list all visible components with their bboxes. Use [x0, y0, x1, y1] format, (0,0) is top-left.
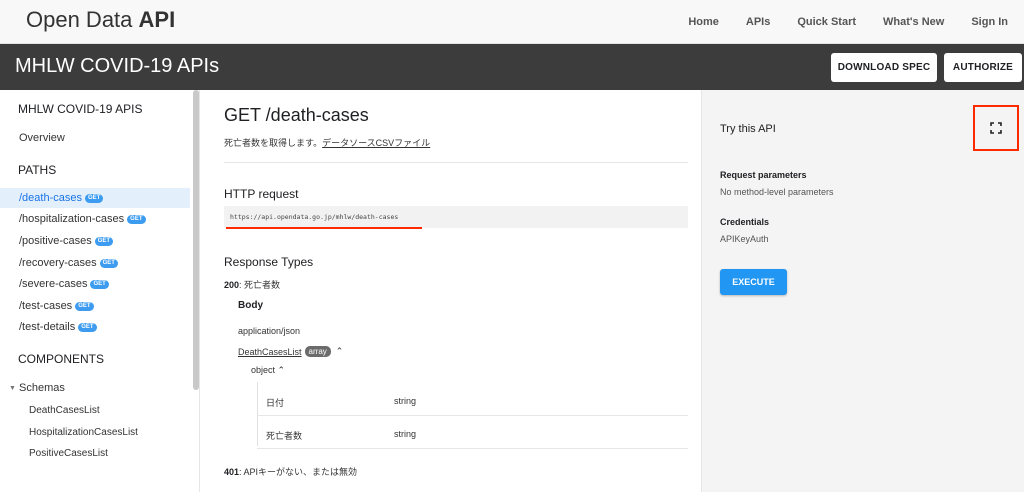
sidebar-api-heading[interactable]: MHLW COVID-19 APIS: [18, 102, 142, 116]
field-type: string: [394, 429, 417, 439]
request-parameters-value: No method-level parameters: [720, 187, 834, 197]
response-description: : 死亡者数: [239, 280, 281, 290]
method-description: 死亡者数を取得します。データソースCSVファイル: [224, 136, 430, 149]
response-200: 200: 死亡者数: [224, 278, 280, 291]
sidebar-item-label: /test-cases: [19, 300, 73, 312]
response-types-heading: Response Types: [224, 255, 314, 269]
credentials-label: Credentials: [720, 217, 770, 227]
sidebar-item-recovery-cases[interactable]: /recovery-cases GET: [0, 253, 190, 273]
get-method-badge: GET: [90, 279, 109, 289]
try-api-panel: Try this API Request parameters No metho…: [701, 90, 1024, 492]
status-code: 200: [224, 280, 240, 290]
try-api-title: Try this API: [720, 123, 776, 135]
body-heading: Body: [238, 300, 263, 311]
sidebar-paths-heading: PATHS: [18, 163, 57, 177]
nav-home[interactable]: Home: [688, 16, 719, 28]
request-url: https://api.opendata.go.jp/mhlw/death-ca…: [230, 213, 399, 221]
sidebar-item-label: /severe-cases: [19, 278, 88, 290]
nav-apis[interactable]: APIs: [746, 16, 770, 28]
get-method-badge: GET: [84, 193, 104, 203]
top-nav-links: Home APIs Quick Start What's New Sign In: [661, 0, 1008, 44]
field-name: 日付: [266, 398, 285, 408]
schema-link[interactable]: DeathCasesList: [238, 347, 302, 357]
description-text: 死亡者数を取得します。: [224, 138, 323, 148]
get-method-badge: GET: [78, 322, 97, 332]
request-parameters-label: Request parameters: [720, 170, 807, 180]
table-row: 日付 string: [257, 384, 688, 416]
fullscreen-button[interactable]: [973, 105, 1019, 151]
sidebar-scrollbar[interactable]: [193, 90, 199, 390]
object-toggle[interactable]: object ⌃: [251, 365, 285, 376]
credentials-value: APIKeyAuth: [720, 234, 769, 244]
sidebar-item-label: /test-details: [19, 321, 76, 333]
sidebar-item-test-cases[interactable]: /test-cases GET: [0, 296, 190, 316]
chevron-up-icon[interactable]: ⌃: [336, 346, 344, 357]
get-method-badge: GET: [127, 214, 146, 224]
main-content: GET /death-cases 死亡者数を取得します。データソースCSVファイ…: [201, 90, 701, 492]
get-method-badge: GET: [94, 236, 114, 246]
sidebar: MHLW COVID-19 APIS Overview PATHS /death…: [0, 90, 200, 492]
nav-quick-start[interactable]: Quick Start: [797, 16, 856, 28]
download-spec-button[interactable]: DOWNLOAD SPEC: [831, 53, 937, 82]
get-method-badge: GET: [75, 301, 94, 311]
sidebar-schema-hospitalization-cases-list[interactable]: HospitalizationCasesList: [29, 427, 138, 438]
field-name: 死亡者数: [266, 431, 303, 441]
method-title: GET /death-cases: [224, 105, 369, 125]
fullscreen-icon: [990, 122, 1002, 134]
sidebar-item-overview[interactable]: Overview: [0, 128, 190, 148]
csv-source-link[interactable]: データソースCSVファイル: [322, 138, 430, 148]
content-type: application/json: [238, 326, 301, 336]
execute-button[interactable]: EXECUTE: [720, 269, 787, 295]
status-code: 401: [224, 467, 240, 477]
sidebar-components-heading: COMPONENTS: [18, 352, 105, 366]
array-type-badge: array: [304, 346, 331, 357]
table-row: 死亡者数 string: [257, 417, 688, 449]
sidebar-item-label: Schemas: [19, 382, 65, 394]
object-label: object: [251, 365, 276, 375]
logo-text: Open Data: [26, 7, 139, 32]
top-navigation-bar: Open Data API Home APIs Quick Start What…: [0, 0, 1024, 44]
http-request-heading: HTTP request: [224, 187, 299, 201]
sidebar-schema-positive-cases-list[interactable]: PositiveCasesList: [29, 448, 108, 459]
sidebar-schema-death-cases-list[interactable]: DeathCasesList: [29, 405, 100, 416]
response-description: : APIキーがない、または無効: [239, 467, 358, 477]
logo-text-bold: API: [138, 7, 176, 32]
api-title-bar: MHLW COVID-19 APIs DOWNLOAD SPEC AUTHORI…: [0, 44, 1024, 90]
sidebar-item-label: /positive-cases: [19, 235, 92, 247]
sidebar-item-severe-cases[interactable]: /severe-cases GET: [0, 274, 190, 294]
sidebar-item-hospitalization-cases[interactable]: /hospitalization-cases GET: [0, 209, 190, 229]
nav-whats-new[interactable]: What's New: [883, 16, 944, 28]
authorize-button[interactable]: AUTHORIZE: [944, 53, 1022, 82]
sidebar-item-label: /recovery-cases: [19, 257, 97, 269]
sidebar-item-death-cases[interactable]: /death-cases GET: [0, 188, 190, 208]
get-method-badge: GET: [99, 258, 118, 268]
divider: [224, 162, 688, 163]
nav-sign-in[interactable]: Sign In: [971, 16, 1008, 28]
schema-reference[interactable]: DeathCasesList array ⌃: [238, 346, 343, 357]
sidebar-item-positive-cases[interactable]: /positive-cases GET: [0, 231, 190, 251]
chevron-up-icon: ⌃: [277, 365, 286, 375]
response-401: 401: APIキーがない、または無効: [224, 465, 357, 478]
sidebar-item-label: /death-cases: [19, 192, 82, 204]
url-highlight-underline: [226, 227, 422, 229]
sidebar-item-schemas[interactable]: Schemas: [0, 378, 190, 398]
site-logo[interactable]: Open Data API: [26, 7, 175, 33]
sidebar-item-label: Overview: [19, 132, 65, 144]
sidebar-item-test-details[interactable]: /test-details GET: [0, 317, 190, 337]
request-url-box[interactable]: https://api.opendata.go.jp/mhlw/death-ca…: [224, 206, 688, 228]
api-title: MHLW COVID-19 APIs: [15, 55, 220, 77]
sidebar-item-label: /hospitalization-cases: [19, 213, 125, 225]
field-type: string: [394, 396, 417, 406]
